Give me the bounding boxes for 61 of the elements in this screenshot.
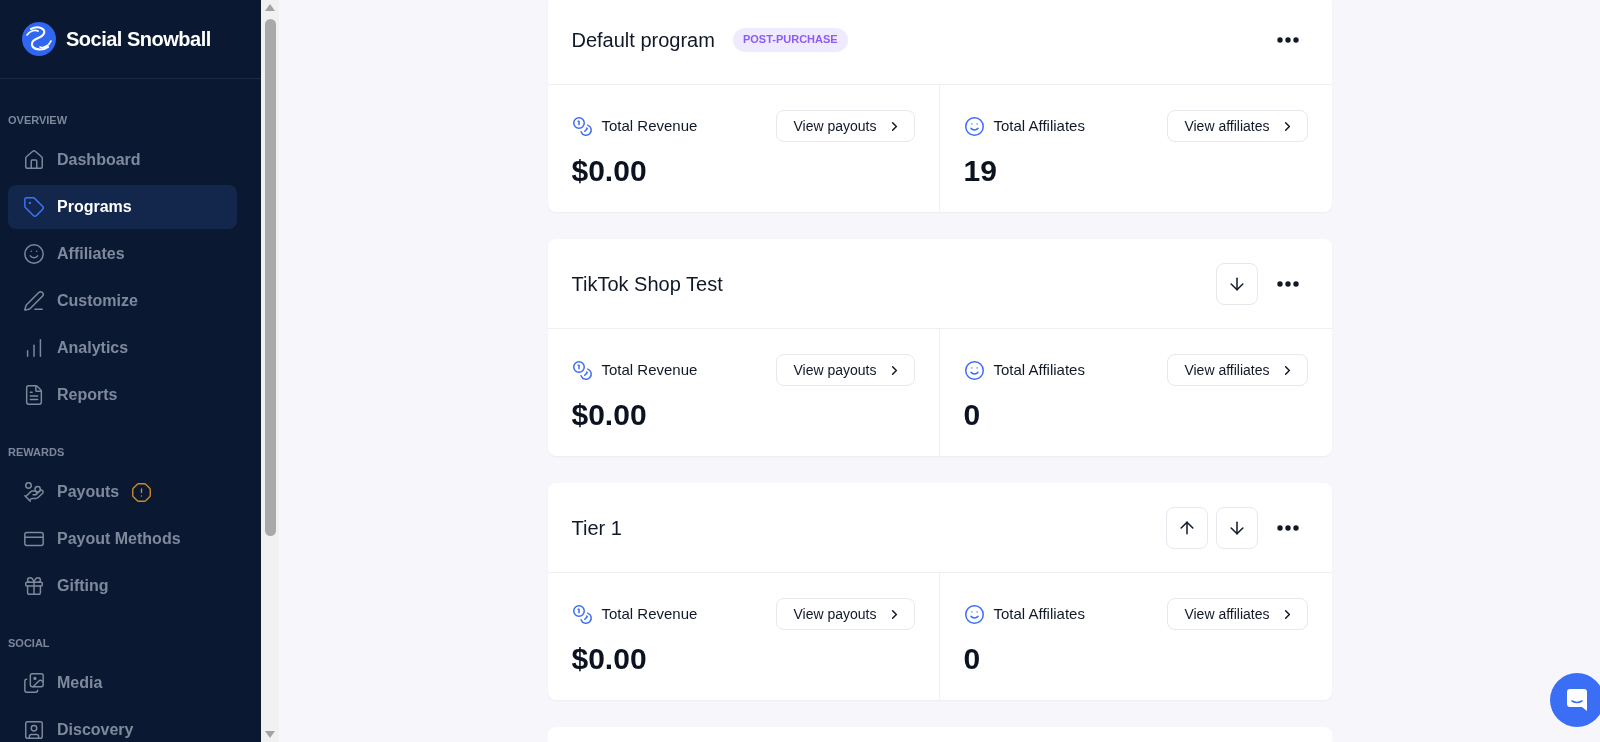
pencil-icon <box>23 290 45 312</box>
stat-label: Total Affiliates <box>993 115 1085 136</box>
stat-value: $0.00 <box>571 397 648 433</box>
view-button[interactable]: View affiliates <box>1167 598 1308 630</box>
sidebar-item[interactable]: Dashboard <box>8 138 237 182</box>
smiley-icon <box>963 603 985 625</box>
view-button[interactable]: View payouts <box>776 110 915 142</box>
coins-icon <box>571 359 593 381</box>
stat-label: Total Affiliates <box>993 359 1085 380</box>
sidebar-item[interactable]: Analytics <box>8 326 237 370</box>
stat-label: Total Revenue <box>601 115 698 136</box>
coins-icon <box>571 603 593 625</box>
smiley-icon <box>963 115 985 137</box>
stat-label: Total Revenue <box>601 603 698 624</box>
section-heading: REWARDS <box>8 445 66 460</box>
tag-icon <box>23 196 45 218</box>
stat-value: $0.00 <box>571 641 648 677</box>
move-down-button[interactable] <box>1215 262 1258 305</box>
view-button[interactable]: View payouts <box>776 598 915 630</box>
brand-name: Social Snowball <box>66 27 211 52</box>
stat-value: 0 <box>963 641 982 677</box>
sidebar-item[interactable]: Affiliates <box>8 232 237 276</box>
section-heading: OVERVIEW <box>8 113 69 128</box>
more-options-icon[interactable] <box>1276 280 1299 287</box>
images-icon <box>23 672 45 694</box>
stat-label: Total Affiliates <box>993 603 1085 624</box>
sidebar-item[interactable]: Payouts <box>8 470 237 514</box>
stat-value: 19 <box>963 153 998 189</box>
view-button[interactable]: View payouts <box>776 354 915 386</box>
scrollbar-thumb[interactable] <box>264 19 276 536</box>
sidebar-item[interactable]: Gifting <box>8 564 237 608</box>
more-options-icon[interactable] <box>1276 36 1299 43</box>
section-heading: SOCIAL <box>8 636 51 651</box>
program-title: Tier 1 <box>571 515 622 541</box>
program-title: Default program <box>571 27 715 53</box>
move-up-button[interactable] <box>1165 506 1208 549</box>
chat-icon <box>1567 689 1587 711</box>
stat-label: Total Revenue <box>601 359 698 380</box>
stat-value: 0 <box>963 397 982 433</box>
snowball-logo-icon <box>22 22 56 56</box>
more-options-icon[interactable] <box>1276 524 1299 531</box>
hand-coins-icon <box>23 481 45 503</box>
document-icon <box>23 384 45 406</box>
sidebar-item[interactable]: Media <box>8 661 237 705</box>
sidebar-item[interactable]: Programs <box>8 185 237 229</box>
sidebar-item[interactable]: Reports <box>8 373 237 417</box>
smiley-icon <box>963 359 985 381</box>
program-type-badge: POST-PURCHASE <box>732 27 848 52</box>
stat-value: $0.00 <box>571 153 648 189</box>
view-button[interactable]: View affiliates <box>1167 110 1308 142</box>
house-icon <box>23 149 45 171</box>
sidebar-item[interactable]: Payout Methods <box>8 517 237 561</box>
view-button[interactable]: View affiliates <box>1167 354 1308 386</box>
coins-icon <box>571 115 593 137</box>
sidebar-item[interactable]: Customize <box>8 279 237 323</box>
user-card-icon <box>23 719 45 741</box>
move-down-button[interactable] <box>1215 506 1258 549</box>
sidebar-item[interactable]: Discovery <box>8 708 237 742</box>
smiley-icon <box>23 243 45 265</box>
program-title: TikTok Shop Test <box>571 271 723 297</box>
gift-icon <box>23 575 45 597</box>
